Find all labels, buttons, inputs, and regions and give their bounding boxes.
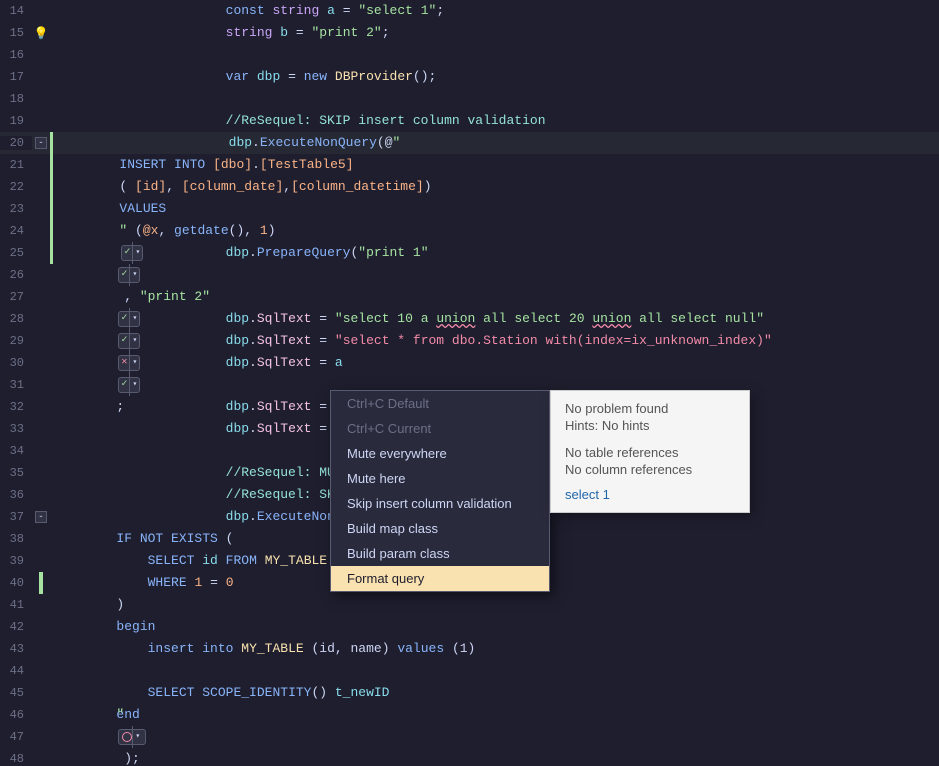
gutter-20: -	[32, 137, 50, 149]
line-number-23: 23	[0, 202, 32, 216]
info-panel: No problem found Hints: No hints No tabl…	[550, 390, 750, 513]
line-number-25: 25	[0, 246, 32, 260]
circle-icon-47	[122, 732, 132, 742]
line-number-37: 37	[0, 510, 32, 524]
line-number-35: 35	[0, 466, 32, 480]
line-number-14: 14	[0, 4, 32, 18]
line-number-18: 18	[0, 92, 32, 106]
line-number-39: 39	[0, 554, 32, 568]
line-number-44: 44	[0, 664, 32, 678]
code-area: 14 const string a = "select 1"; 15 💡 str…	[0, 0, 939, 766]
line-number-26: 26	[0, 268, 32, 282]
line-number-41: 41	[0, 598, 32, 612]
line-number-29: 29	[0, 334, 32, 348]
line-number-36: 36	[0, 488, 32, 502]
line-number-34: 34	[0, 444, 32, 458]
code-line-43: 43 insert into MY_TABLE (id, name) value…	[0, 638, 939, 660]
inline-widget-circle-47[interactable]: ▾	[118, 729, 146, 745]
menu-item-ctrl-c-default[interactable]: Ctrl+C Default	[331, 391, 549, 416]
line-number-42: 42	[0, 620, 32, 634]
info-no-problem: No problem found	[565, 401, 735, 416]
green-bar-indicator	[39, 572, 43, 594]
inline-widget-check-27a[interactable]: ✓▾	[118, 267, 140, 283]
line-number-27: 27	[0, 290, 32, 304]
code-line-47: 47 " ▾ );	[0, 726, 939, 748]
line-number-43: 43	[0, 642, 32, 656]
editor-container: 14 const string a = "select 1"; 15 💡 str…	[0, 0, 939, 766]
line-number-32: 32	[0, 400, 32, 414]
line-number-16: 16	[0, 48, 32, 62]
lightbulb-icon: 💡	[34, 26, 48, 40]
code-line-17: 17 var dbp = new DBProvider();	[0, 66, 939, 88]
line-number-21: 21	[0, 158, 32, 172]
info-no-table-refs: No table references	[565, 445, 735, 460]
line-number-45: 45	[0, 686, 32, 700]
line-number-30: 30	[0, 356, 32, 370]
line-number-38: 38	[0, 532, 32, 546]
line-number-28: 28	[0, 312, 32, 326]
line-number-33: 33	[0, 422, 32, 436]
line-number-20: 20	[0, 136, 32, 150]
fold-icon-37[interactable]: -	[35, 511, 47, 523]
line-number-17: 17	[0, 70, 32, 84]
menu-item-ctrl-c-current[interactable]: Ctrl+C Current	[331, 416, 549, 441]
code-line-48: 48	[0, 748, 939, 766]
fold-icon-20[interactable]: -	[35, 137, 47, 149]
menu-item-mute-here[interactable]: Mute here	[331, 466, 549, 491]
info-no-col-refs: No column references	[565, 462, 735, 477]
menu-list: Ctrl+C Default Ctrl+C Current Mute every…	[330, 390, 550, 592]
info-select-val: select 1	[565, 487, 735, 502]
menu-item-skip-insert[interactable]: Skip insert column validation	[331, 491, 549, 516]
code-line-15: 15 💡 string b = "print 2";	[0, 22, 939, 44]
menu-item-build-map[interactable]: Build map class	[331, 516, 549, 541]
gutter-15: 💡	[32, 26, 50, 40]
gutter-40	[32, 572, 50, 594]
line-content-48	[50, 748, 939, 766]
line-number-22: 22	[0, 180, 32, 194]
line-number-47: 47	[0, 730, 32, 744]
line-number-24: 24	[0, 224, 32, 238]
context-menu: Ctrl+C Default Ctrl+C Current Mute every…	[330, 390, 750, 592]
info-hints: Hints: No hints	[565, 418, 735, 433]
line-number-19: 19	[0, 114, 32, 128]
menu-item-build-param[interactable]: Build param class	[331, 541, 549, 566]
line-number-48: 48	[0, 752, 32, 766]
line-number-40: 40	[0, 576, 32, 590]
line-number-46: 46	[0, 708, 32, 722]
line-number-15: 15	[0, 26, 32, 40]
gutter-37: -	[32, 511, 50, 523]
menu-item-format-query[interactable]: Format query	[331, 566, 549, 591]
menu-item-mute-everywhere[interactable]: Mute everywhere	[331, 441, 549, 466]
line-number-31: 31	[0, 378, 32, 392]
